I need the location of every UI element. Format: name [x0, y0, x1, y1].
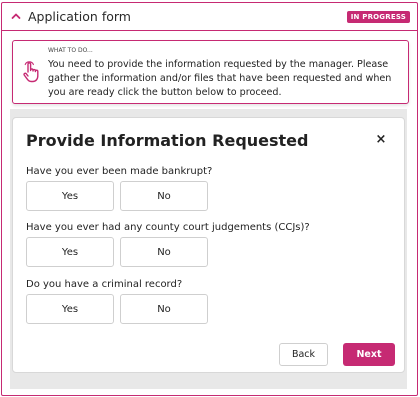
- instruction-notice: WHAT TO DO... You need to provide the in…: [12, 40, 409, 104]
- next-button[interactable]: Next: [343, 343, 395, 366]
- panel-header[interactable]: Application form IN PROGRESS: [2, 3, 417, 31]
- notice-text: You need to provide the information requ…: [48, 59, 392, 98]
- question-criminal-record: Do you have a criminal record?: [26, 279, 183, 290]
- close-icon[interactable]: ×: [374, 133, 388, 147]
- panel-title: Application form: [28, 9, 131, 24]
- hand-pointer-icon: [23, 61, 39, 83]
- criminal-record-no-button[interactable]: No: [120, 294, 208, 324]
- status-badge: IN PROGRESS: [346, 11, 410, 23]
- notice-label: WHAT TO DO...: [48, 47, 93, 54]
- chevron-up-icon[interactable]: [11, 11, 21, 21]
- dialog-title: Provide Information Requested: [26, 131, 309, 150]
- provide-information-dialog: Provide Information Requested × Have you…: [12, 117, 405, 373]
- back-button[interactable]: Back: [279, 343, 328, 366]
- bankrupt-no-button[interactable]: No: [120, 181, 208, 211]
- ccj-yes-button[interactable]: Yes: [26, 237, 114, 267]
- question-ccj: Have you ever had any county court judge…: [26, 222, 310, 233]
- bankrupt-yes-button[interactable]: Yes: [26, 181, 114, 211]
- ccj-no-button[interactable]: No: [120, 237, 208, 267]
- question-bankrupt: Have you ever been made bankrupt?: [26, 166, 213, 177]
- criminal-record-yes-button[interactable]: Yes: [26, 294, 114, 324]
